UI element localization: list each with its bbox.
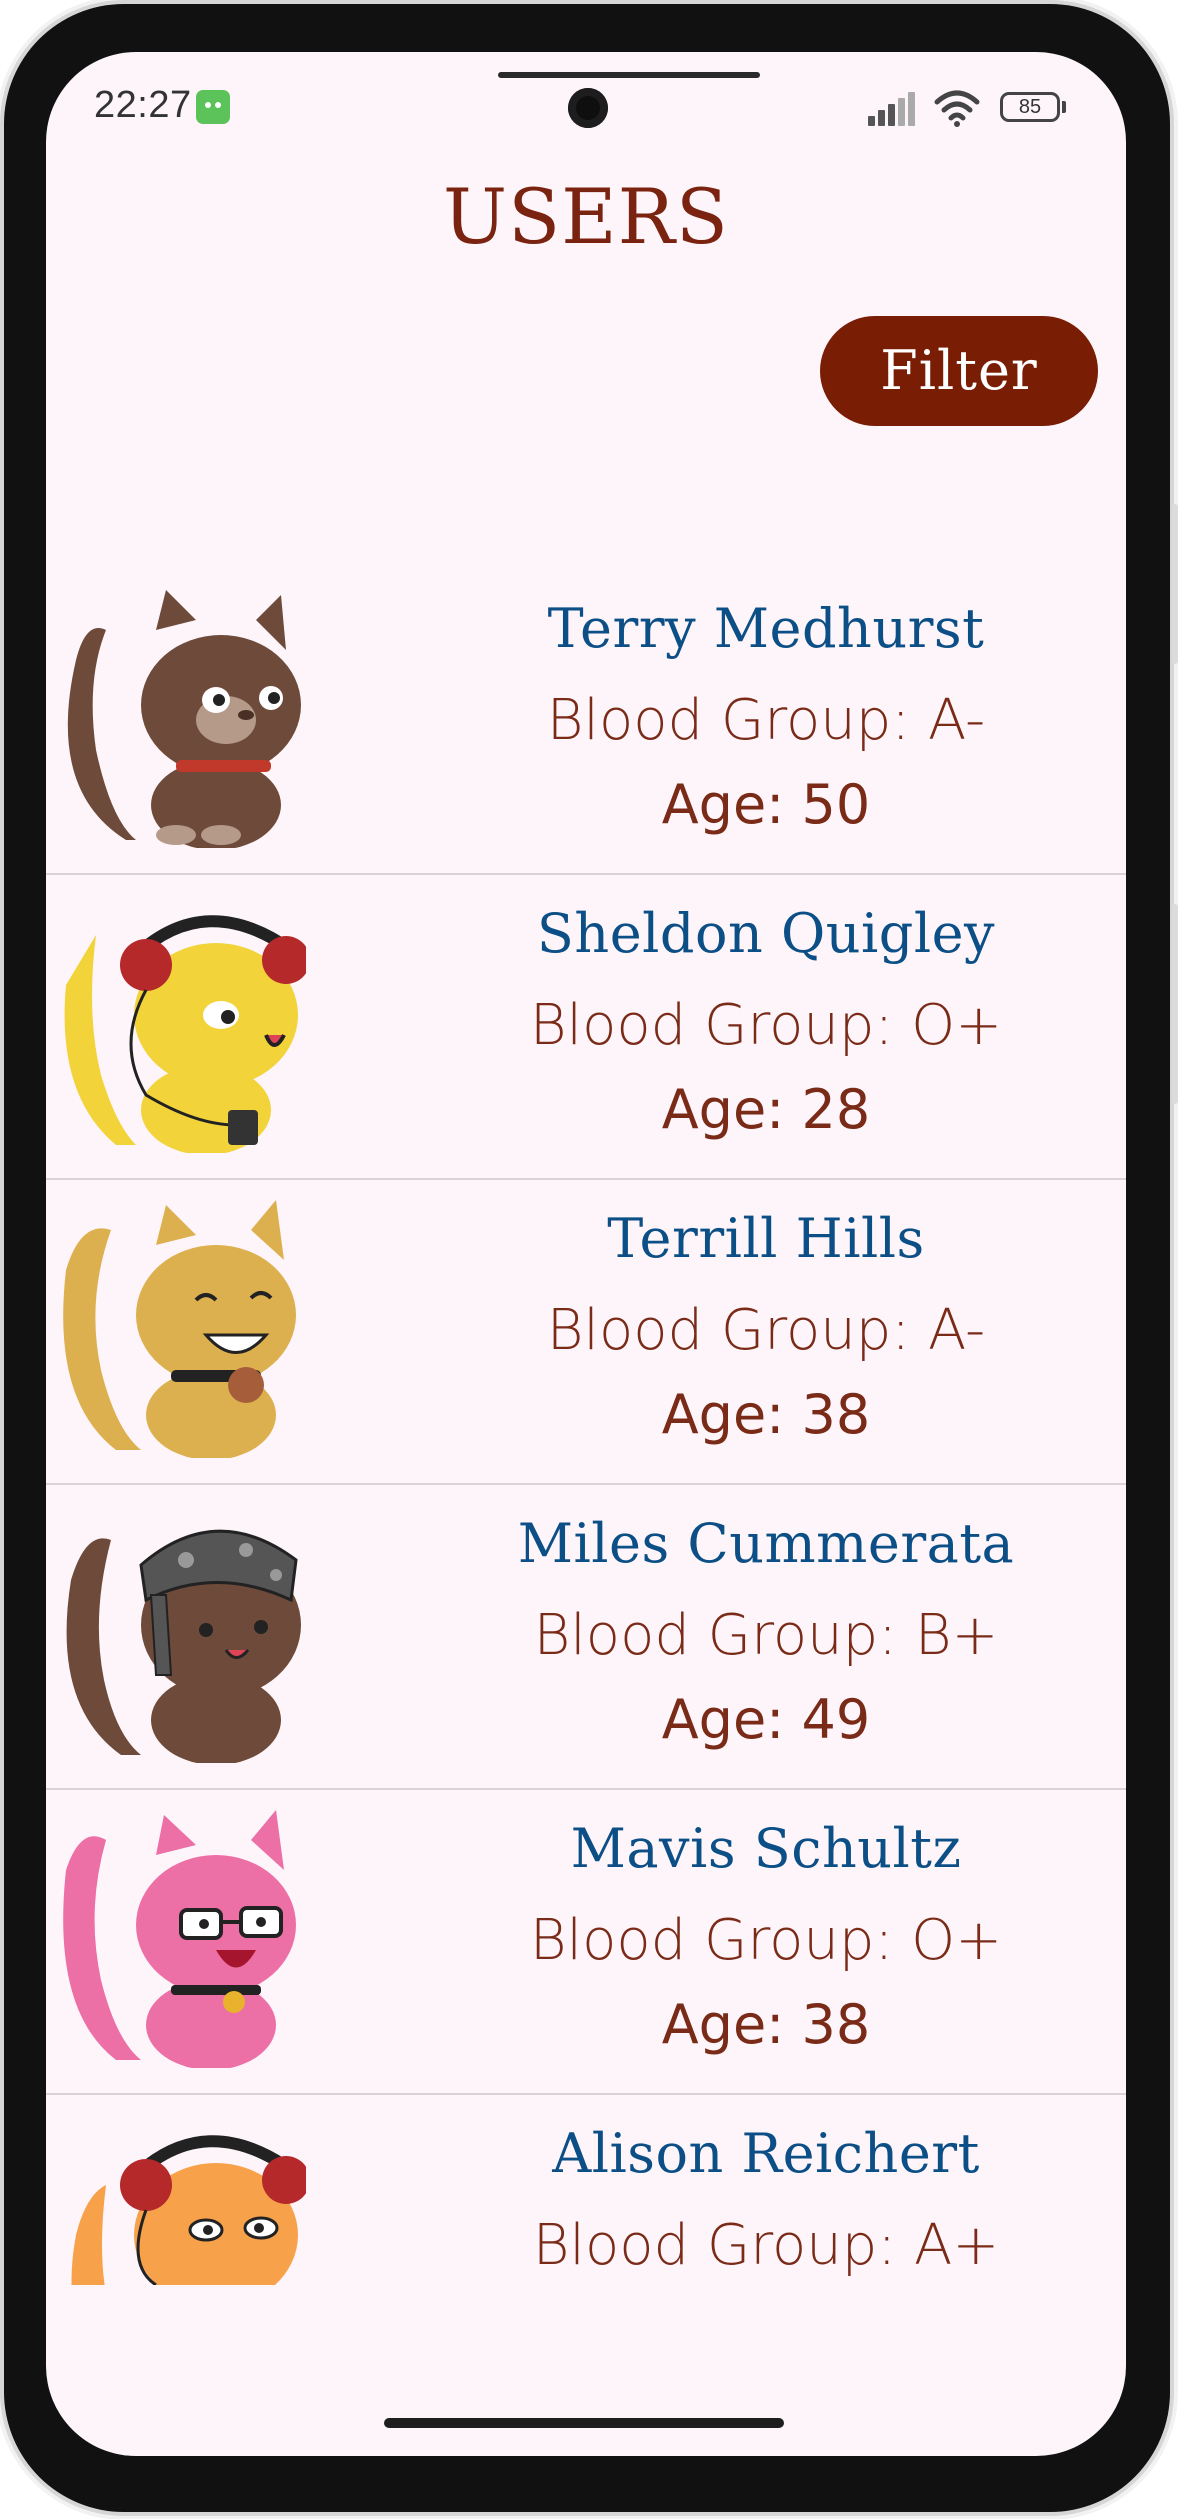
user-list: Terry Medhurst Blood Group: A- Age: 50 S… xyxy=(46,570,1126,2285)
user-name: Miles Cummerata xyxy=(517,1512,1015,1575)
user-blood-group: Blood Group: A- xyxy=(546,688,986,753)
android-robot-icon xyxy=(196,90,230,124)
status-time: 22:27 xyxy=(94,84,192,126)
user-info: Terry Medhurst Blood Group: A- Age: 50 xyxy=(406,570,1126,838)
user-info: Alison Reichert Blood Group: A+ xyxy=(406,2095,1126,2279)
user-blood-group: Blood Group: O+ xyxy=(529,1908,1003,1973)
user-info: Miles Cummerata Blood Group: B+ Age: 49 xyxy=(406,1485,1126,1753)
earpiece xyxy=(498,72,760,78)
battery-indicator: 85 xyxy=(1000,92,1060,122)
user-row[interactable]: Terry Medhurst Blood Group: A- Age: 50 xyxy=(46,570,1126,875)
user-name: Terrill Hills xyxy=(607,1207,925,1270)
user-info: Sheldon Quigley Blood Group: O+ Age: 28 xyxy=(406,875,1126,1143)
user-row[interactable]: Terrill Hills Blood Group: A- Age: 38 xyxy=(46,1180,1126,1485)
user-blood-group: Blood Group: A- xyxy=(546,1298,986,1363)
user-age: Age: 49 xyxy=(661,1688,871,1751)
user-age: Age: 38 xyxy=(661,1993,871,2056)
user-row[interactable]: Alison Reichert Blood Group: A+ xyxy=(46,2095,1126,2285)
phone-frame: 22:27 85 USERS Filter Terry Medhurst Blo… xyxy=(4,4,1178,2512)
home-indicator[interactable] xyxy=(384,2418,784,2428)
page-title: USERS xyxy=(443,172,729,261)
app-screen: 22:27 85 USERS Filter Terry Medhurst Blo… xyxy=(46,52,1126,2456)
user-blood-group: Blood Group: O+ xyxy=(529,993,1003,1058)
user-blood-group: Blood Group: B+ xyxy=(533,1603,999,1668)
user-age: Age: 38 xyxy=(661,1383,871,1446)
golden-cat-avatar xyxy=(63,1200,296,1458)
user-info: Mavis Schultz Blood Group: O+ Age: 38 xyxy=(406,1790,1126,2058)
user-row[interactable]: Miles Cummerata Blood Group: B+ Age: 49 xyxy=(46,1485,1126,1790)
power-button xyxy=(1172,904,1178,1104)
user-name: Alison Reichert xyxy=(552,2122,980,2185)
front-camera xyxy=(568,88,608,128)
user-age: Age: 28 xyxy=(661,1078,871,1141)
cellular-signal-icon xyxy=(868,92,918,126)
yellow-cat-headphones-avatar xyxy=(64,915,306,1153)
user-name: Terry Medhurst xyxy=(547,597,985,660)
user-row[interactable]: Mavis Schultz Blood Group: O+ Age: 38 xyxy=(46,1790,1126,2095)
battery-tip xyxy=(1062,101,1066,113)
brown-cat-avatar xyxy=(67,590,301,848)
orange-cat-headphones-avatar xyxy=(71,2135,306,2285)
user-info: Terrill Hills Blood Group: A- Age: 38 xyxy=(406,1180,1126,1448)
user-row[interactable]: Sheldon Quigley Blood Group: O+ Age: 28 xyxy=(46,875,1126,1180)
volume-button xyxy=(1172,504,1178,664)
filter-button[interactable]: Filter xyxy=(820,316,1098,426)
brown-cat-bandana-avatar xyxy=(66,1529,301,1763)
pink-cat-glasses-avatar xyxy=(63,1810,296,2068)
wifi-icon xyxy=(934,90,980,127)
user-name: Sheldon Quigley xyxy=(536,902,996,965)
user-name: Mavis Schultz xyxy=(570,1817,962,1880)
user-age: Age: 50 xyxy=(661,773,871,836)
user-blood-group: Blood Group: A+ xyxy=(532,2213,1000,2278)
